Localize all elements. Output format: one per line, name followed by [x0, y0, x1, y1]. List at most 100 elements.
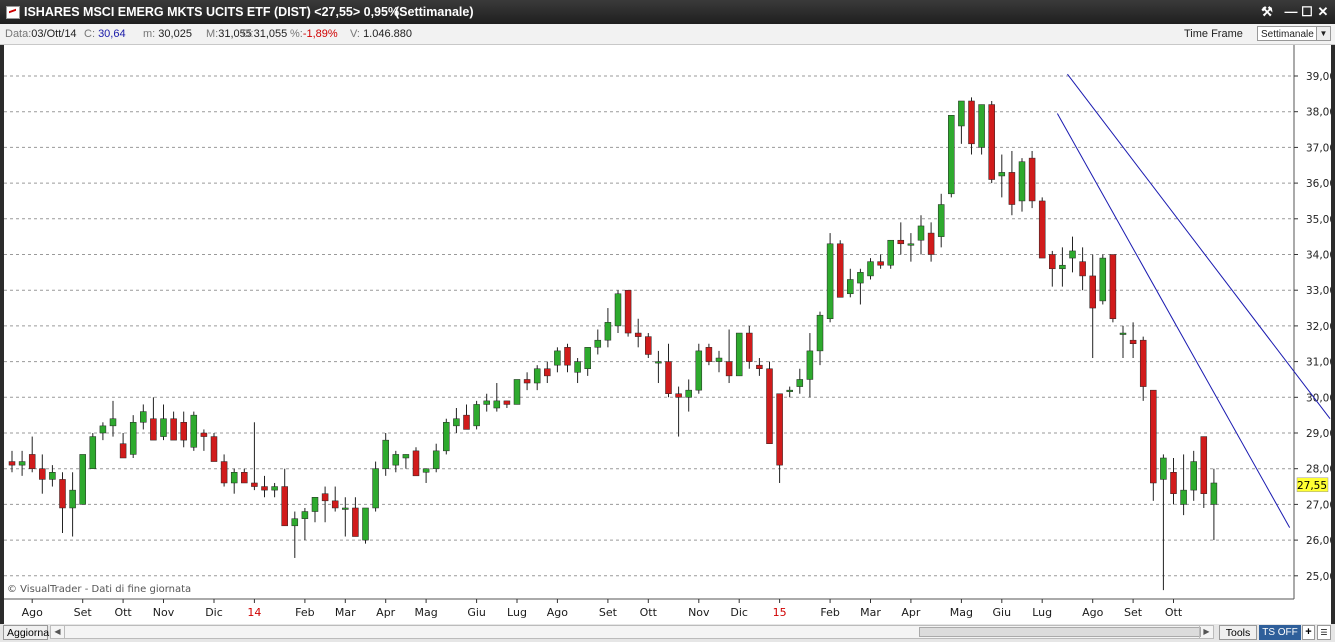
add-button[interactable]: + — [1302, 625, 1315, 640]
y-tick-label-28,00: 28,00 — [1306, 464, 1331, 476]
candle-up — [584, 347, 591, 369]
y-tick-label-26,00: 26,00 — [1306, 535, 1331, 547]
ts-off-button[interactable]: TS OFF — [1259, 625, 1301, 640]
candle-up — [655, 361, 662, 364]
candlestick-chart-svg[interactable]: 25,00 26,00 27,00 28,00 29,00 30,00 31,00 32,00… — [4, 45, 1335, 624]
candle-down — [412, 450, 420, 477]
candle-down — [331, 500, 339, 509]
candle-up — [614, 293, 622, 327]
close-button[interactable]: ✕ — [1314, 3, 1332, 21]
scroll-left-icon[interactable]: ◀ — [51, 626, 65, 638]
candle-down — [59, 479, 66, 509]
candle-down — [39, 468, 46, 480]
candle-down — [725, 361, 733, 377]
x-tick-label-Dic: Dic — [730, 606, 748, 619]
tools-button[interactable]: Tools — [1219, 625, 1257, 640]
candle-up — [69, 489, 76, 509]
candle-up — [1069, 250, 1076, 259]
x-tick-label-Mag: Mag — [950, 606, 973, 619]
candle-up — [311, 497, 319, 512]
candle-up — [1160, 457, 1167, 480]
candle-down — [1089, 275, 1096, 309]
candle-down — [352, 507, 359, 537]
candle-down — [766, 368, 773, 444]
price-chart[interactable]: 25,00 26,00 27,00 28,00 29,00 30,00 31,00 32,00… — [4, 45, 1335, 624]
y-tick-label-27,00: 27,00 — [1306, 499, 1331, 511]
candle-down — [321, 493, 329, 502]
scroll-right-icon[interactable]: ▶ — [1199, 626, 1213, 638]
candle-up — [1018, 161, 1026, 202]
timeframe-select[interactable]: Settimanale ▼ — [1257, 26, 1331, 41]
candle-down — [1150, 389, 1157, 484]
x-tick-label-Ago: Ago — [1082, 606, 1104, 619]
candle-up — [604, 322, 612, 341]
y-tick-label-25,00: 25,00 — [1306, 571, 1331, 583]
candle-up — [432, 450, 440, 469]
candle-down — [1129, 339, 1137, 344]
candle-down — [624, 289, 632, 334]
candle-up — [453, 418, 460, 427]
x-tick-label-Nov: Nov — [153, 606, 175, 619]
scroll-thumb[interactable] — [919, 627, 1201, 637]
candle-down — [665, 361, 672, 394]
x-tick-label-Ott: Ott — [114, 606, 132, 619]
candle-down — [1038, 200, 1046, 259]
x-tick-label-Apr: Apr — [376, 606, 396, 619]
candle-up — [978, 104, 985, 148]
candle-up — [473, 404, 480, 427]
candle-down — [170, 418, 177, 441]
candle-up — [109, 418, 117, 427]
candle-up — [998, 172, 1006, 177]
x-tick-label-Feb: Feb — [295, 606, 314, 619]
candle-up — [948, 115, 955, 195]
x-tick-label-15: 15 — [773, 606, 787, 619]
candle-down — [927, 232, 935, 255]
y-tick-label-39,00: 39,00 — [1306, 71, 1331, 83]
candle-up — [89, 436, 97, 469]
refresh-button[interactable]: Aggiorna — [3, 625, 49, 640]
candle-down — [150, 418, 157, 441]
y-tick-label-37,00: 37,00 — [1306, 142, 1331, 154]
candle-up — [937, 204, 945, 237]
candle-down — [675, 393, 682, 398]
menu-icon[interactable]: ☰ — [1317, 625, 1331, 640]
candle-up — [786, 389, 793, 392]
quote-info-bar: Data:03/Ott/14 C: 30,64 m: 30,025 M:31,0… — [0, 24, 1335, 45]
x-tick-label-Nov: Nov — [688, 606, 710, 619]
candle-down — [1139, 339, 1147, 387]
x-tick-label-Apr: Apr — [901, 606, 921, 619]
candle-up — [79, 454, 86, 505]
candle-down — [544, 368, 551, 377]
candle-down — [1008, 172, 1016, 205]
horizontal-scrollbar[interactable]: ◀ ▶ — [50, 625, 1214, 639]
candle-up — [291, 518, 299, 527]
candle-up — [816, 314, 824, 352]
y-tick-label-34,00: 34,00 — [1306, 250, 1331, 262]
dropdown-arrow-icon[interactable]: ▼ — [1316, 27, 1330, 40]
candle-down — [836, 243, 844, 298]
candle-up — [342, 507, 349, 510]
candle-up — [1180, 489, 1187, 505]
x-tick-label-Dic: Dic — [205, 606, 223, 619]
candle-up — [49, 472, 56, 480]
tools-icon[interactable]: ⚒ — [1258, 3, 1276, 21]
y-tick-label-30,00: 30,00 — [1306, 392, 1331, 404]
candle-up — [917, 225, 925, 241]
candle-up — [887, 239, 894, 266]
pct-info: %:-1,89% — [290, 28, 338, 40]
candle-up — [483, 400, 490, 405]
window-title: ISHARES MSCI EMERG MKTS UCITS ETF (DIST)… — [24, 5, 400, 19]
candle-down — [241, 472, 248, 484]
candle-up — [867, 261, 874, 277]
candle-up — [402, 454, 410, 459]
candle-down — [503, 400, 511, 405]
candle-up — [230, 472, 238, 484]
candle-down — [220, 461, 228, 484]
candle-down — [281, 486, 288, 527]
candle-down — [634, 332, 642, 337]
candle-down — [251, 482, 258, 487]
x-tick-label-Ott: Ott — [1165, 606, 1183, 619]
candle-up — [806, 350, 814, 380]
candle-down — [261, 486, 268, 491]
timeframe-label: Time Frame — [1184, 28, 1243, 40]
